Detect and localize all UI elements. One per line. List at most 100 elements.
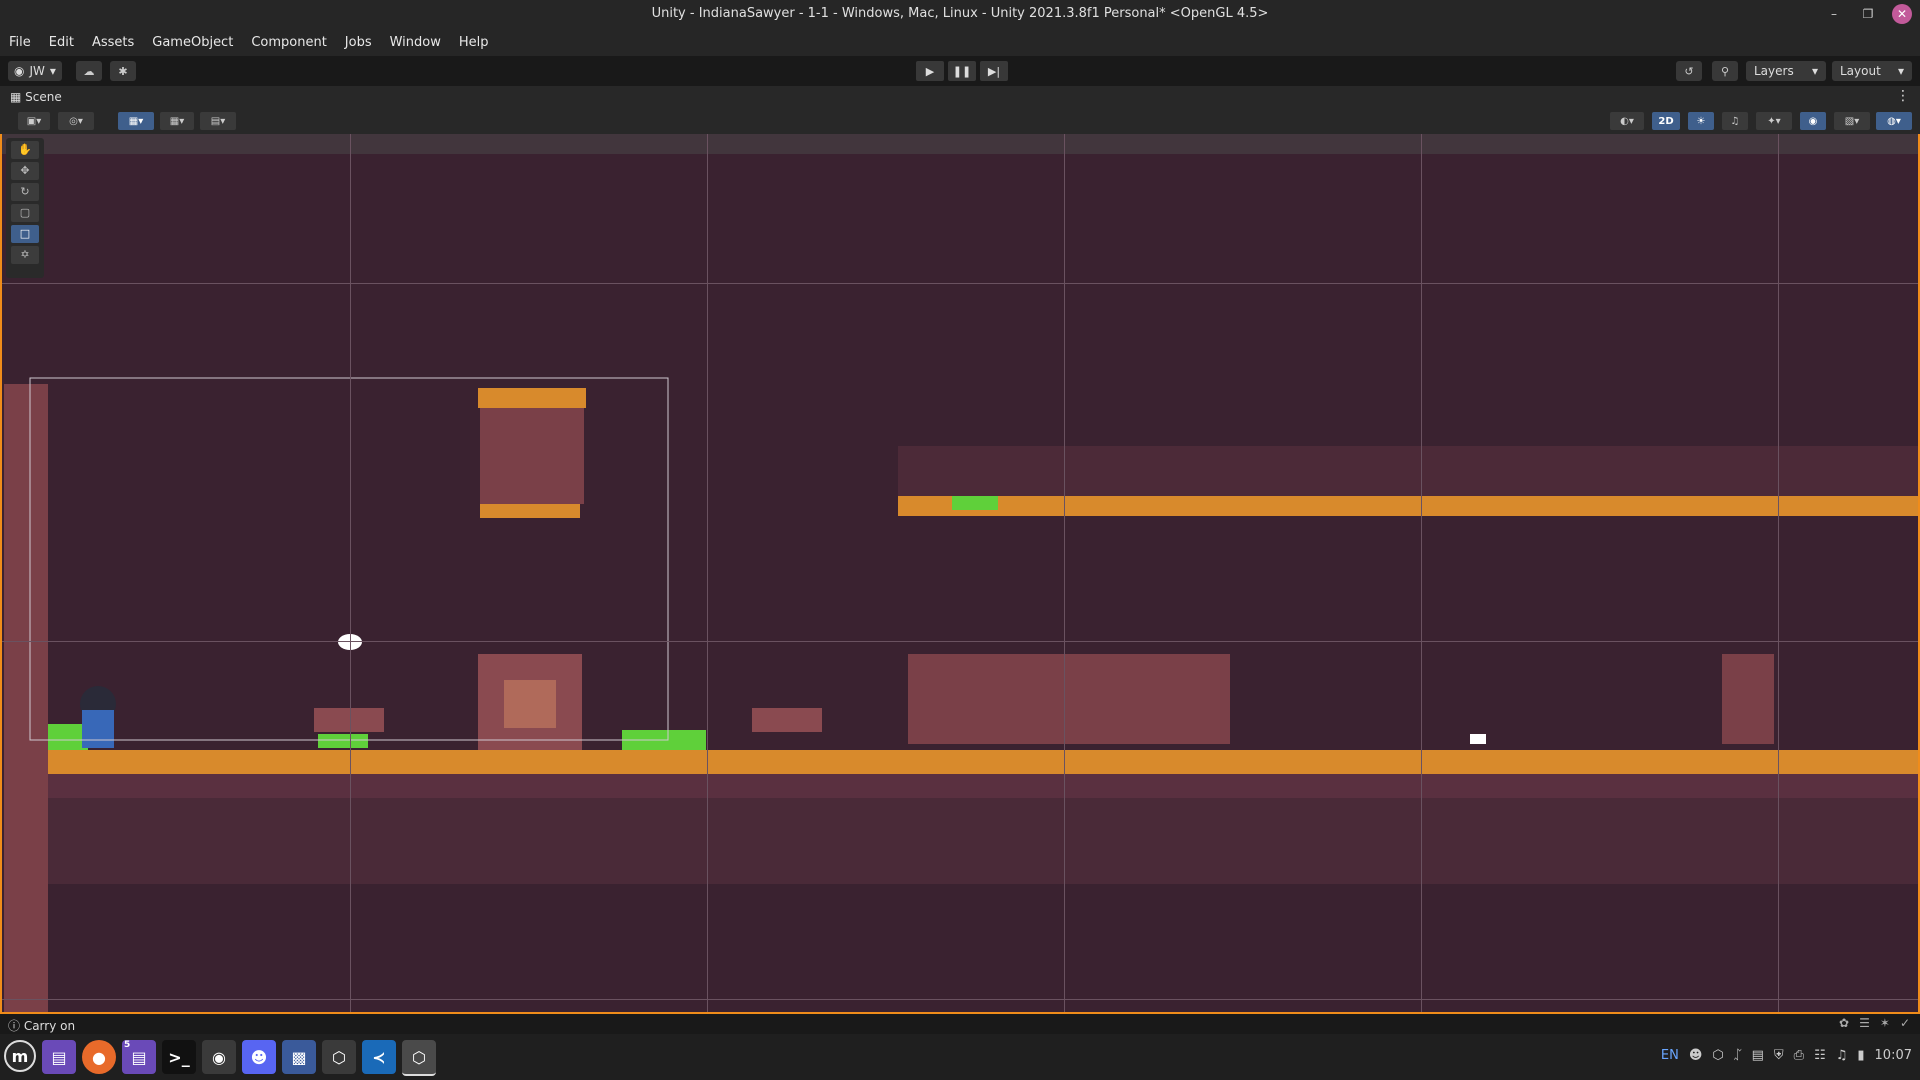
files-icon[interactable]: 5 ▤: [122, 1040, 156, 1074]
main-toolbar: ◉ JW ▾ ☁ ✱ ▶ ❚❚ ▶| ↺ ⚲ Layers ▾ Layout ▾: [0, 56, 1920, 86]
volume-icon[interactable]: ♫: [1836, 1048, 1848, 1063]
menu-component[interactable]: Component: [242, 35, 335, 50]
upper-platform: [898, 496, 1918, 516]
title-bar: Unity - IndianaSawyer - 1-1 - Windows, M…: [0, 0, 1920, 28]
battery-icon[interactable]: ▮: [1857, 1048, 1864, 1063]
pickup-item: [1470, 734, 1486, 744]
minimize-icon[interactable]: –: [1824, 4, 1844, 24]
menu-gameobject[interactable]: GameObject: [143, 35, 242, 50]
collab-icon: ✱: [118, 64, 128, 78]
stack-icon[interactable]: ☰: [1859, 1016, 1870, 1030]
firefox-icon[interactable]: ●: [82, 1040, 116, 1074]
rect-tool-button[interactable]: □: [11, 225, 39, 243]
unity-tray-icon[interactable]: ⬡: [1712, 1048, 1723, 1063]
window-title: Unity - IndianaSawyer - 1-1 - Windows, M…: [651, 6, 1269, 21]
bug-icon[interactable]: ✿: [1839, 1016, 1849, 1030]
history-icon: ↺: [1684, 64, 1694, 78]
grid-line-h1: [2, 283, 1918, 284]
os-taskbar: m ▤ ● 5 ▤ >_ ◉ ☻ ▩ ⬡ ≺ ⬡ EN ☻ ⬡ ᛢ ▤ ⛨ ⎙ ☷…: [0, 1034, 1920, 1080]
lighting-button[interactable]: ☀: [1688, 112, 1714, 130]
maximize-icon[interactable]: ❐: [1858, 4, 1878, 24]
menu-assets[interactable]: Assets: [83, 35, 143, 50]
bluetooth-icon[interactable]: ᛢ: [1734, 1048, 1742, 1063]
vscode-icon[interactable]: ≺: [362, 1040, 396, 1074]
folder-icon[interactable]: ▤: [42, 1040, 76, 1074]
carved-wall: [908, 654, 1230, 744]
ground-platform: [48, 750, 1918, 774]
start-menu-icon[interactable]: m: [4, 1040, 36, 1072]
stone-crate-face: [504, 680, 556, 728]
account-dropdown[interactable]: ◉ JW ▾: [8, 61, 62, 81]
tab-scene[interactable]: ▦ Scene: [10, 90, 62, 104]
scene-tab-label: Scene: [25, 90, 62, 104]
step-button[interactable]: ▶|: [980, 61, 1008, 81]
increment-snap-button[interactable]: ▤▾: [200, 112, 236, 130]
unity-hub-icon[interactable]: ⬡: [322, 1040, 356, 1074]
mode-2d-button[interactable]: 2D: [1652, 112, 1680, 130]
grass-small: [318, 734, 368, 748]
grid-line-v1: [350, 134, 351, 1012]
wifi-icon[interactable]: ☷: [1814, 1048, 1826, 1063]
scale-tool-button[interactable]: ▢: [11, 204, 39, 222]
move-tool-button[interactable]: ✥: [11, 162, 39, 180]
cloud-button[interactable]: ☁: [76, 61, 102, 81]
playback-controls: ▶ ❚❚ ▶|: [916, 61, 1008, 81]
pause-button[interactable]: ❚❚: [948, 61, 976, 81]
layout-label: Layout: [1840, 64, 1881, 78]
layers-dropdown[interactable]: Layers ▾: [1746, 61, 1826, 81]
more-options-icon[interactable]: ⋮: [1896, 88, 1910, 104]
status-bar: ⓘ Carry on ✿ ☰ ✶ ✓: [0, 1014, 1920, 1034]
grid-line-v3: [1064, 134, 1065, 1012]
play-button[interactable]: ▶: [916, 61, 944, 81]
audio-button[interactable]: ♫: [1722, 112, 1748, 130]
chevron-down-icon: ▾: [1897, 64, 1904, 78]
status-message-text: Carry on: [23, 1019, 76, 1033]
chevron-down-icon: ▾: [1811, 64, 1818, 78]
light-bulb-icon: ☀: [1696, 115, 1706, 127]
menu-file[interactable]: File: [0, 35, 40, 50]
layout-dropdown[interactable]: Layout ▾: [1832, 61, 1912, 81]
floating-pillar: [480, 408, 584, 504]
hidden-objects-button[interactable]: ◉: [1800, 112, 1826, 130]
collab-button[interactable]: ✱: [110, 61, 136, 81]
clock[interactable]: 10:07: [1875, 1048, 1912, 1063]
global-toggle-button[interactable]: ◎▾: [58, 112, 94, 130]
hand-tool-button[interactable]: ✋: [11, 141, 39, 159]
shading-mode-button[interactable]: ◐▾: [1610, 112, 1644, 130]
menu-edit[interactable]: Edit: [40, 35, 83, 50]
language-indicator[interactable]: EN: [1661, 1048, 1679, 1063]
transform-tool-button[interactable]: ✡: [11, 246, 39, 264]
printer-icon[interactable]: ⎙: [1794, 1048, 1804, 1063]
grid-snap-button[interactable]: ▦▾: [118, 112, 154, 130]
clipboard-icon[interactable]: ▤: [1752, 1048, 1764, 1063]
grid-visibility-button[interactable]: ▦▾: [160, 112, 194, 130]
gizmos-button[interactable]: ◍▾: [1876, 112, 1912, 130]
floating-pillar-bottom: [480, 504, 580, 518]
eye-icon: ◉: [1808, 115, 1818, 127]
network-icon[interactable]: ✶: [1880, 1016, 1890, 1030]
shield-icon[interactable]: ⛨: [1774, 1048, 1784, 1063]
rotate-tool-button[interactable]: ↻: [11, 183, 39, 201]
system-monitor-icon[interactable]: ▩: [282, 1040, 316, 1074]
layers-label: Layers: [1754, 64, 1794, 78]
menu-help[interactable]: Help: [450, 35, 498, 50]
camera-button[interactable]: ▧▾: [1834, 112, 1870, 130]
close-icon[interactable]: ✕: [1892, 4, 1912, 24]
status-message: ⓘ Carry on: [8, 1019, 76, 1033]
chrome-icon[interactable]: ◉: [202, 1040, 236, 1074]
tool-palette: ✋ ✥ ↻ ▢ □ ✡: [6, 138, 44, 278]
discord-tray-icon[interactable]: ☻: [1689, 1048, 1703, 1063]
unity-editor-icon[interactable]: ⬡: [402, 1040, 436, 1076]
totem-pillar: [1722, 654, 1774, 744]
check-icon[interactable]: ✓: [1900, 1016, 1910, 1030]
discord-icon[interactable]: ☻: [242, 1040, 276, 1074]
scene-toolbar: ▣▾ ◎▾ ▦▾ ▦▾ ▤▾ ◐▾ 2D ☀ ♫ ✦▾ ◉ ▧▾ ◍▾: [0, 108, 1920, 136]
scene-viewport[interactable]: ✋ ✥ ↻ ▢ □ ✡: [0, 134, 1920, 1014]
effects-button[interactable]: ✦▾: [1756, 112, 1792, 130]
terminal-icon[interactable]: >_: [162, 1040, 196, 1074]
menu-jobs[interactable]: Jobs: [336, 35, 381, 50]
search-button[interactable]: ⚲: [1712, 61, 1738, 81]
undo-history-button[interactable]: ↺: [1676, 61, 1702, 81]
gizmo-toggle-button[interactable]: ▣▾: [18, 112, 50, 130]
menu-window[interactable]: Window: [381, 35, 450, 50]
